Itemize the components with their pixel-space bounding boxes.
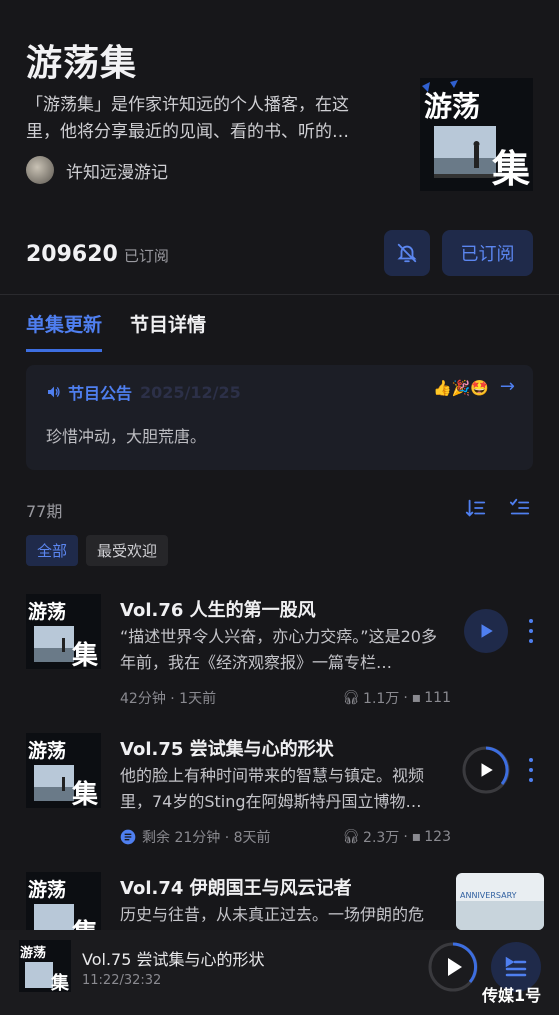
notification-button[interactable]: [384, 230, 430, 276]
headphones-icon: 🎧︎: [342, 690, 361, 706]
subscriber-label: 已订阅: [123, 247, 169, 265]
podcast-title: 游荡集: [26, 43, 138, 84]
more-options-button[interactable]: [524, 755, 538, 785]
cover-title-text-2: 集: [491, 146, 530, 191]
episode-cover: 游荡 集: [26, 872, 101, 930]
episode-item[interactable]: 游荡 集 Vol.75 尝试集与心的形状 他的脸上有种时间带来的智慧与镇定。视频…: [0, 733, 559, 873]
announcement-reactions: 👍🎉🤩: [432, 379, 489, 397]
player-title: Vol.75 尝试集与心的形状: [82, 950, 265, 969]
headphones-icon: 🎧︎: [342, 829, 361, 845]
filter-popular[interactable]: 最受欢迎: [86, 535, 169, 566]
episode-title[interactable]: Vol.76 人生的第一股风: [120, 596, 316, 622]
episode-meta: 42分钟 · 1天前: [120, 691, 217, 707]
resume-play-button[interactable]: [462, 746, 510, 794]
cover-title-text: 游荡: [424, 90, 480, 123]
episode-stats: 🎧︎ 1.1万 · ▪ 111: [342, 690, 451, 707]
author-name[interactable]: 许知远漫游记: [66, 158, 168, 183]
bell-icon: [397, 243, 417, 263]
episode-cover: 游荡 集: [26, 733, 101, 808]
svg-text:游荡: 游荡: [20, 945, 46, 961]
tab-details[interactable]: 节目详情: [130, 310, 206, 352]
episode-description: 历史与往昔，从未真正过去。一场伊朗的危: [120, 905, 425, 924]
svg-text:游荡: 游荡: [28, 600, 66, 623]
episode-meta: 剩余 21分钟 · 8天前: [120, 827, 271, 847]
podcast-description[interactable]: 「游荡集」是作家许知远的个人播客，在这里，他将分享最近的见闻、看的书、听的…: [26, 92, 376, 146]
playing-list-icon: [120, 829, 136, 845]
ad-thumbnail[interactable]: ANNIVERSARY: [456, 873, 544, 930]
svg-text:集: 集: [50, 972, 70, 992]
speaker-icon: [48, 386, 60, 398]
episode-description: 他的脸上有种时间带来的智慧与镇定。视频里，74岁的Sting在阿姆斯特丹国立博物…: [120, 766, 425, 811]
subscriber-number: 209620: [26, 242, 118, 267]
play-icon: [481, 624, 493, 638]
episode-item[interactable]: 游荡 集 Vol.76 人生的第一股风 “描述世界令人兴奋，亦心力交瘁。”这是2…: [0, 594, 559, 734]
play-icon: [481, 763, 493, 777]
content-tabs: 单集更新 节目详情: [26, 310, 234, 352]
sort-order-icon[interactable]: [465, 497, 487, 519]
listen-count: 2.3万: [363, 830, 400, 846]
episode-description: “描述世界令人兴奋，亦心力交瘁。”这是20多年前，我在《经济观察报》一篇专栏…: [120, 627, 437, 672]
episode-title[interactable]: Vol.74 伊朗国王与风云记者: [120, 874, 352, 900]
play-button[interactable]: [464, 609, 508, 653]
multi-select-icon[interactable]: [509, 497, 531, 519]
comment-count: 111: [424, 690, 451, 706]
announcement-date: 2025/12/25: [140, 382, 241, 402]
svg-text:集: 集: [71, 779, 99, 808]
playlist-icon: [505, 956, 527, 977]
podcast-cover: 游荡 集: [420, 78, 533, 191]
subscribed-button[interactable]: 已订阅: [442, 230, 533, 276]
filter-all[interactable]: 全部: [26, 535, 79, 566]
mini-player[interactable]: 游荡 集 Vol.75 尝试集与心的形状 11:22/32:32: [0, 930, 559, 1015]
header-divider: [0, 294, 559, 295]
comment-count: 123: [424, 829, 451, 845]
comment-icon: ▪: [411, 829, 422, 845]
comment-icon: ▪: [411, 690, 422, 706]
listen-count: 1.1万: [363, 691, 400, 707]
episode-cover: 游荡 集: [26, 594, 101, 669]
author-row[interactable]: 许知远漫游记: [26, 156, 168, 184]
announcement-text: 珍惜冲动，大胆荒唐。: [46, 427, 207, 446]
episode-count: 77期: [26, 502, 63, 521]
subscriber-count: 209620 已订阅: [26, 242, 169, 267]
svg-text:集: 集: [71, 918, 99, 930]
announcement-header: 节目公告 2025/12/25: [46, 380, 241, 404]
svg-text:游荡: 游荡: [28, 878, 66, 901]
ad-text: ANNIVERSARY: [460, 891, 517, 900]
player-play-button[interactable]: [428, 942, 478, 992]
announcement-card[interactable]: 节目公告 2025/12/25 👍🎉🤩 → 珍惜冲动，大胆荒唐。: [26, 365, 533, 470]
more-options-button[interactable]: [524, 616, 538, 646]
watermark: 传媒1号: [482, 986, 542, 1005]
svg-text:游荡: 游荡: [28, 739, 66, 762]
player-time: 11:22/32:32: [82, 973, 162, 988]
tab-episodes[interactable]: 单集更新: [26, 310, 103, 352]
player-cover: 游荡 集: [19, 940, 71, 992]
svg-text:集: 集: [71, 640, 99, 669]
arrow-right-icon[interactable]: →: [500, 376, 515, 397]
episode-stats: 🎧︎ 2.3万 · ▪ 123: [342, 829, 451, 846]
podcast-header: 游荡集 「游荡集」是作家许知远的个人播客，在这里，他将分享最近的见闻、看的书、听…: [0, 0, 559, 295]
author-avatar[interactable]: [26, 156, 54, 184]
announcement-label: 节目公告: [68, 384, 133, 403]
progress-ring-icon: [428, 942, 478, 992]
episode-title[interactable]: Vol.75 尝试集与心的形状: [120, 735, 334, 761]
